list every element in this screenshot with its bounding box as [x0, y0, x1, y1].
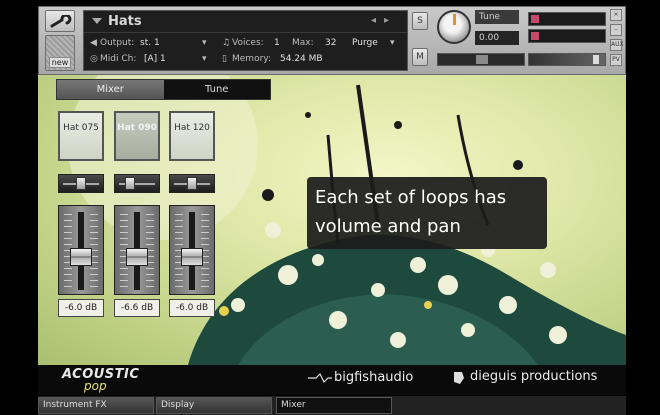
pv-button[interactable]: PV	[610, 54, 622, 66]
tune-value[interactable]: 0.00	[475, 31, 519, 45]
pop-logo-text: pop	[84, 379, 107, 393]
solo-button[interactable]: S	[412, 12, 428, 30]
pan-handle[interactable]	[187, 177, 197, 190]
hat-075-db-readout: -6.0 dB	[58, 299, 104, 317]
kontakt-window: new Hats ◂▸ ◀ Output: st. 1 ▾ ♫ Voices: …	[0, 0, 660, 415]
tab-display[interactable]: Display	[156, 397, 272, 414]
output-dropdown-icon[interactable]: ▾	[202, 38, 207, 48]
new-label: new	[49, 57, 71, 68]
hat-120-volume-fader[interactable]	[169, 205, 215, 295]
volume-slider[interactable]	[528, 53, 606, 66]
bigfish-logo-icon	[308, 373, 332, 383]
tab-instrument-fx[interactable]: Instrument FX	[38, 397, 154, 414]
level-meter-left	[528, 12, 606, 26]
fader-handle[interactable]	[126, 248, 148, 266]
instrument-name[interactable]: Hats	[108, 14, 142, 29]
tune-knob[interactable]	[437, 10, 471, 44]
pan-slider[interactable]	[437, 53, 525, 66]
dieguis-logo-icon	[454, 372, 464, 384]
bigfish-audio-logo: bigfishaudio	[334, 370, 414, 385]
hat-090-db-readout: -6.6 dB	[114, 299, 160, 317]
hat-075-volume-fader[interactable]	[58, 205, 104, 295]
midi-channel-label: Midi Ch:	[100, 54, 137, 64]
instrument-panel: Hats ◂▸ ◀ Output: st. 1 ▾ ♫ Voices: 1 Ma…	[83, 10, 408, 71]
midi-dropdown-icon[interactable]: ▾	[202, 54, 207, 64]
hat-090-volume-fader[interactable]	[114, 205, 160, 295]
tune-label: Tune	[475, 10, 519, 24]
hat-075-pan-slider[interactable]	[58, 174, 104, 193]
output-label: Output:	[100, 38, 135, 48]
tab-bottom-mixer[interactable]: Mixer	[276, 397, 392, 414]
mixer-tune-tabbar: Mixer Tune	[56, 79, 271, 100]
caption-line-1: Each set of loops has	[315, 187, 507, 208]
hat-120-pan-slider[interactable]	[169, 174, 215, 193]
minimize-instrument-button[interactable]: –	[610, 24, 622, 36]
purge-dropdown-icon[interactable]: ▾	[390, 38, 395, 48]
voices-icon: ♫	[222, 38, 231, 48]
side-buttons: × – AUX PV	[610, 9, 624, 71]
new-button[interactable]: new	[45, 35, 75, 71]
memory-value: 54.24 MB	[280, 54, 323, 64]
hat-120-db-readout: -6.0 dB	[169, 299, 215, 317]
instrument-name-row: Hats ◂▸	[84, 11, 407, 33]
collapse-triangle-icon[interactable]	[92, 18, 102, 24]
wrench-button[interactable]	[45, 10, 75, 32]
pan-handle[interactable]	[76, 177, 86, 190]
hat-090-button[interactable]: Hat 090	[114, 111, 160, 161]
mute-button[interactable]: M	[412, 48, 428, 66]
purge-menu[interactable]: Purge	[352, 38, 378, 48]
close-instrument-button[interactable]: ×	[610, 9, 622, 21]
output-icon: ◀	[90, 38, 97, 48]
hat-075-button[interactable]: Hat 075	[58, 111, 104, 161]
midi-channel-select[interactable]: [A] 1	[144, 54, 166, 64]
tab-tune[interactable]: Tune	[163, 80, 270, 99]
caption-line-2: volume and pan	[315, 216, 461, 237]
aux-button[interactable]: AUX	[610, 39, 624, 51]
voices-label: Voices:	[232, 38, 264, 48]
dieguis-productions-logo: dieguis productions	[470, 369, 598, 384]
bottom-tabbar: Instrument FX Display Mixer	[38, 396, 626, 415]
memory-label: Memory:	[232, 54, 271, 64]
midi-icon: ◎	[90, 54, 98, 64]
voices-value: 1	[274, 38, 280, 48]
caption-overlay: Each set of loops has volume and pan	[307, 177, 547, 249]
instrument-nav-arrows-icon[interactable]: ◂▸	[371, 15, 397, 26]
pan-handle[interactable]	[125, 177, 135, 190]
max-label: Max:	[292, 38, 314, 48]
hat-120-button[interactable]: Hat 120	[169, 111, 215, 161]
instrument-header: new Hats ◂▸ ◀ Output: st. 1 ▾ ♫ Voices: …	[38, 6, 626, 75]
memory-icon: ▯	[222, 54, 227, 64]
level-meter-right	[528, 29, 606, 43]
branding-footer: ACOUSTIC pop bigfishaudio dieguis produc…	[38, 365, 626, 395]
instrument-artwork-panel: Mixer Tune Hat 075 -6.0 dB Hat 090 -6.6 …	[38, 75, 626, 365]
fader-handle[interactable]	[181, 248, 203, 266]
tab-mixer[interactable]: Mixer	[57, 80, 164, 99]
wrench-icon	[50, 15, 72, 28]
max-voices-input[interactable]: 32	[325, 38, 336, 48]
output-select[interactable]: st. 1	[140, 38, 160, 48]
fader-handle[interactable]	[70, 248, 92, 266]
hat-090-pan-slider[interactable]	[114, 174, 160, 193]
